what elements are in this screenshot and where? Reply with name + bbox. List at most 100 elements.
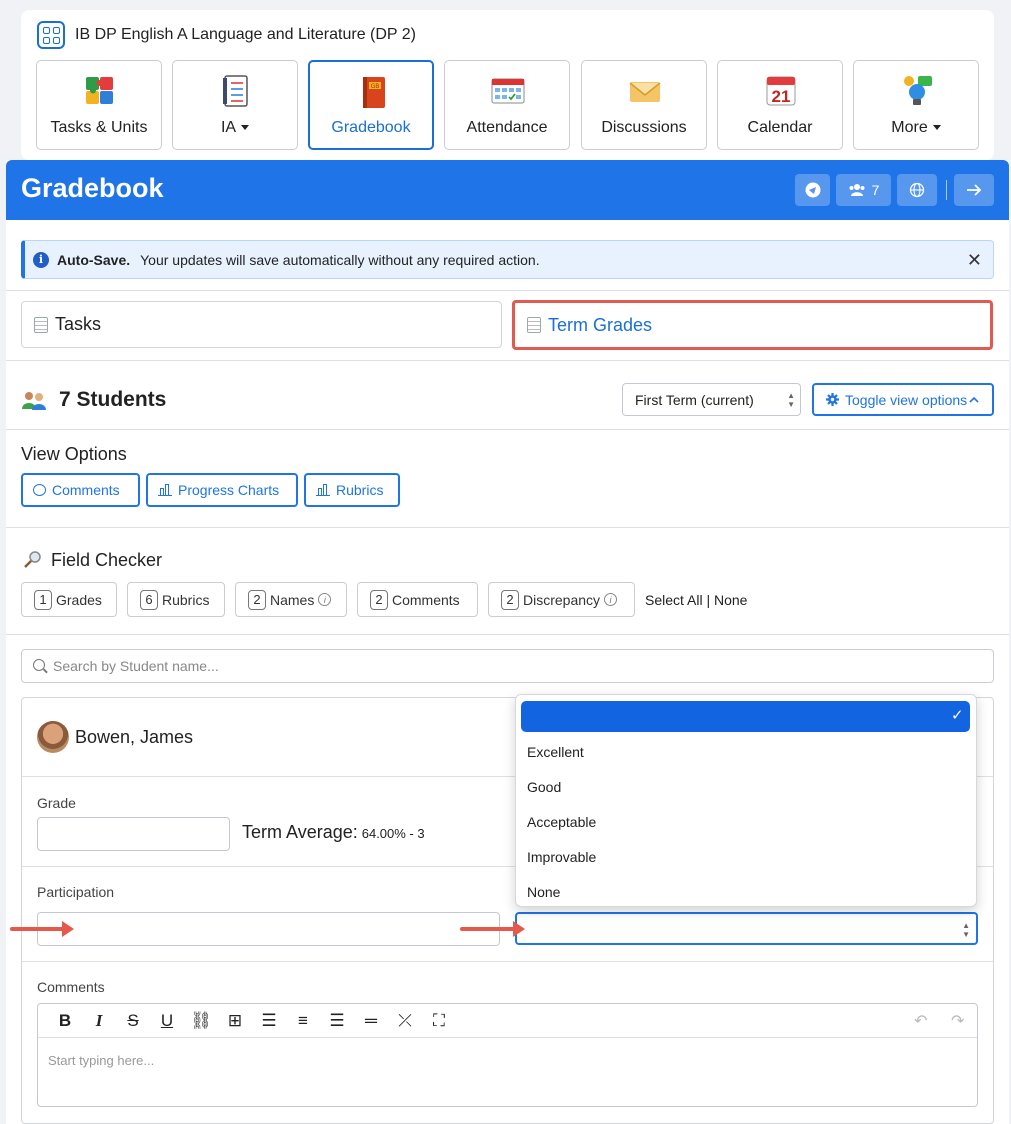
count-badge: 2 [370, 589, 388, 610]
field-check-grades[interactable]: 1 Grades [21, 582, 117, 617]
align-icon[interactable]: ☰ [320, 1011, 354, 1031]
field-check-discrepancy[interactable]: 2 Discrepancy i [488, 582, 635, 617]
clear-format-icon[interactable]: ⤫ [388, 1011, 422, 1031]
numbered-list-icon[interactable]: ≡ [286, 1011, 320, 1031]
term-select[interactable]: First Term (current) ▲ ▼ [622, 383, 801, 416]
dropdown-option-blank[interactable] [521, 701, 970, 732]
bullet-list-icon[interactable]: ☰ [252, 1011, 286, 1031]
view-progress-charts-button[interactable]: Progress Charts [146, 473, 298, 507]
gear-icon [826, 393, 839, 406]
header-separator [946, 180, 947, 200]
info-icon[interactable]: i [318, 593, 332, 606]
tab-tasks[interactable]: Tasks [21, 301, 502, 348]
people-button[interactable]: 7 [836, 174, 891, 206]
redo-icon[interactable]: ↷ [951, 1011, 964, 1031]
envelope-icon [629, 82, 661, 102]
tab-label: Term Grades [548, 314, 653, 335]
student-search-input[interactable]: Search by Student name... [21, 649, 994, 683]
tile-label: More [854, 119, 978, 137]
tile-tasks-units[interactable]: Tasks & Units [36, 60, 162, 150]
term-select-value: First Term (current) [635, 391, 754, 408]
globe-icon [909, 182, 925, 198]
field-check-comments[interactable]: 2 Comments [357, 582, 478, 617]
tile-ia[interactable]: IA [172, 60, 298, 150]
participation-select[interactable]: ▲ ▼ [515, 912, 978, 945]
tile-label: Discussions [601, 119, 687, 136]
search-icon [33, 659, 45, 671]
dropdown-option[interactable]: Acceptable [527, 814, 596, 830]
divider [6, 429, 1009, 430]
svg-text:GB: GB [371, 83, 380, 90]
gradebook-icon: GB [363, 77, 385, 108]
alert-title: Auto-Save. [57, 251, 131, 268]
italic-icon[interactable]: I [82, 1011, 116, 1031]
dropdown-option[interactable]: Good [527, 779, 561, 795]
button-label: Grades [56, 591, 102, 608]
calendar-icon: 21 [766, 76, 796, 106]
grade-input[interactable] [37, 817, 230, 851]
course-grid-icon[interactable] [37, 21, 65, 49]
student-name: Bowen, James [75, 727, 194, 747]
arrow-right-icon [967, 184, 982, 196]
students-icon [22, 392, 46, 410]
checklist-icon [223, 75, 248, 107]
fullscreen-icon[interactable]: ⛶ [422, 1011, 456, 1031]
avatar [37, 721, 69, 753]
editor-placeholder: Start typing here... [48, 1053, 155, 1068]
button-label: Names [270, 591, 315, 608]
report-icon [527, 317, 541, 333]
dropdown-option[interactable]: None [527, 884, 560, 900]
select-spinner-icon: ▲ ▼ [787, 391, 795, 409]
users-icon [849, 184, 865, 196]
close-icon[interactable]: ✕ [967, 250, 982, 271]
button-label: Progress Charts [178, 482, 280, 498]
tile-label: Gradebook [331, 119, 411, 136]
view-rubrics-button[interactable]: Rubrics [304, 473, 400, 507]
dropdown-option[interactable]: Excellent [527, 744, 584, 760]
collapse-button[interactable] [954, 174, 994, 206]
tile-label: IA [173, 119, 297, 137]
participation-input[interactable] [37, 912, 500, 946]
strikethrough-icon[interactable]: S [116, 1011, 150, 1031]
horizontal-rule-icon[interactable]: ═ [354, 1011, 388, 1031]
info-icon: i [33, 251, 49, 268]
divider [22, 961, 993, 962]
language-button[interactable] [897, 174, 937, 206]
dropdown-option[interactable]: Improvable [527, 849, 596, 865]
lightbulb-icon [904, 76, 932, 105]
term-average-label: Term Average: [242, 822, 358, 842]
undo-icon[interactable]: ↶ [914, 1011, 927, 1031]
toggle-view-options-button[interactable]: Toggle view options [812, 383, 994, 416]
tile-label: Attendance [466, 119, 548, 136]
chat-button[interactable] [795, 174, 830, 206]
bar-chart-icon [158, 484, 172, 496]
tile-label: Tasks & Units [50, 119, 148, 136]
count-badge: 2 [501, 589, 519, 610]
bold-icon[interactable]: B [48, 1011, 82, 1031]
divider [6, 290, 1009, 291]
table-icon[interactable]: ⊞ [218, 1011, 252, 1031]
tile-more[interactable]: More [853, 60, 979, 150]
term-average: Term Average: 64.00% - 3 [242, 822, 425, 843]
tile-calendar[interactable]: 21 Calendar [717, 60, 843, 150]
underline-icon[interactable]: U [150, 1011, 184, 1031]
tile-attendance[interactable]: Attendance [444, 60, 570, 150]
field-check-names[interactable]: 2 Names i [235, 582, 347, 617]
view-comments-button[interactable]: Comments [21, 473, 140, 507]
field-check-rubrics[interactable]: 6 Rubrics [127, 582, 225, 617]
participation-label: Participation [37, 884, 115, 900]
students-count-title: 7 Students [59, 388, 167, 411]
tile-gradebook[interactable]: GB Gradebook [308, 60, 434, 150]
autosave-alert: i Auto-Save. Your updates will save auto… [21, 240, 994, 279]
field-checker-title: Field Checker [51, 550, 163, 570]
check-icon: ✓ [951, 707, 964, 724]
link-icon[interactable]: ⛓ [184, 1011, 218, 1031]
chat-icon [805, 182, 820, 198]
divider [6, 360, 1009, 361]
tile-discussions[interactable]: Discussions [581, 60, 707, 150]
page-title: Gradebook [21, 173, 164, 203]
tab-term-grades[interactable]: Term Grades [512, 300, 993, 350]
info-icon[interactable]: i [604, 593, 618, 606]
select-all-none[interactable]: Select All | None [645, 592, 747, 608]
people-count: 7 [871, 182, 880, 198]
